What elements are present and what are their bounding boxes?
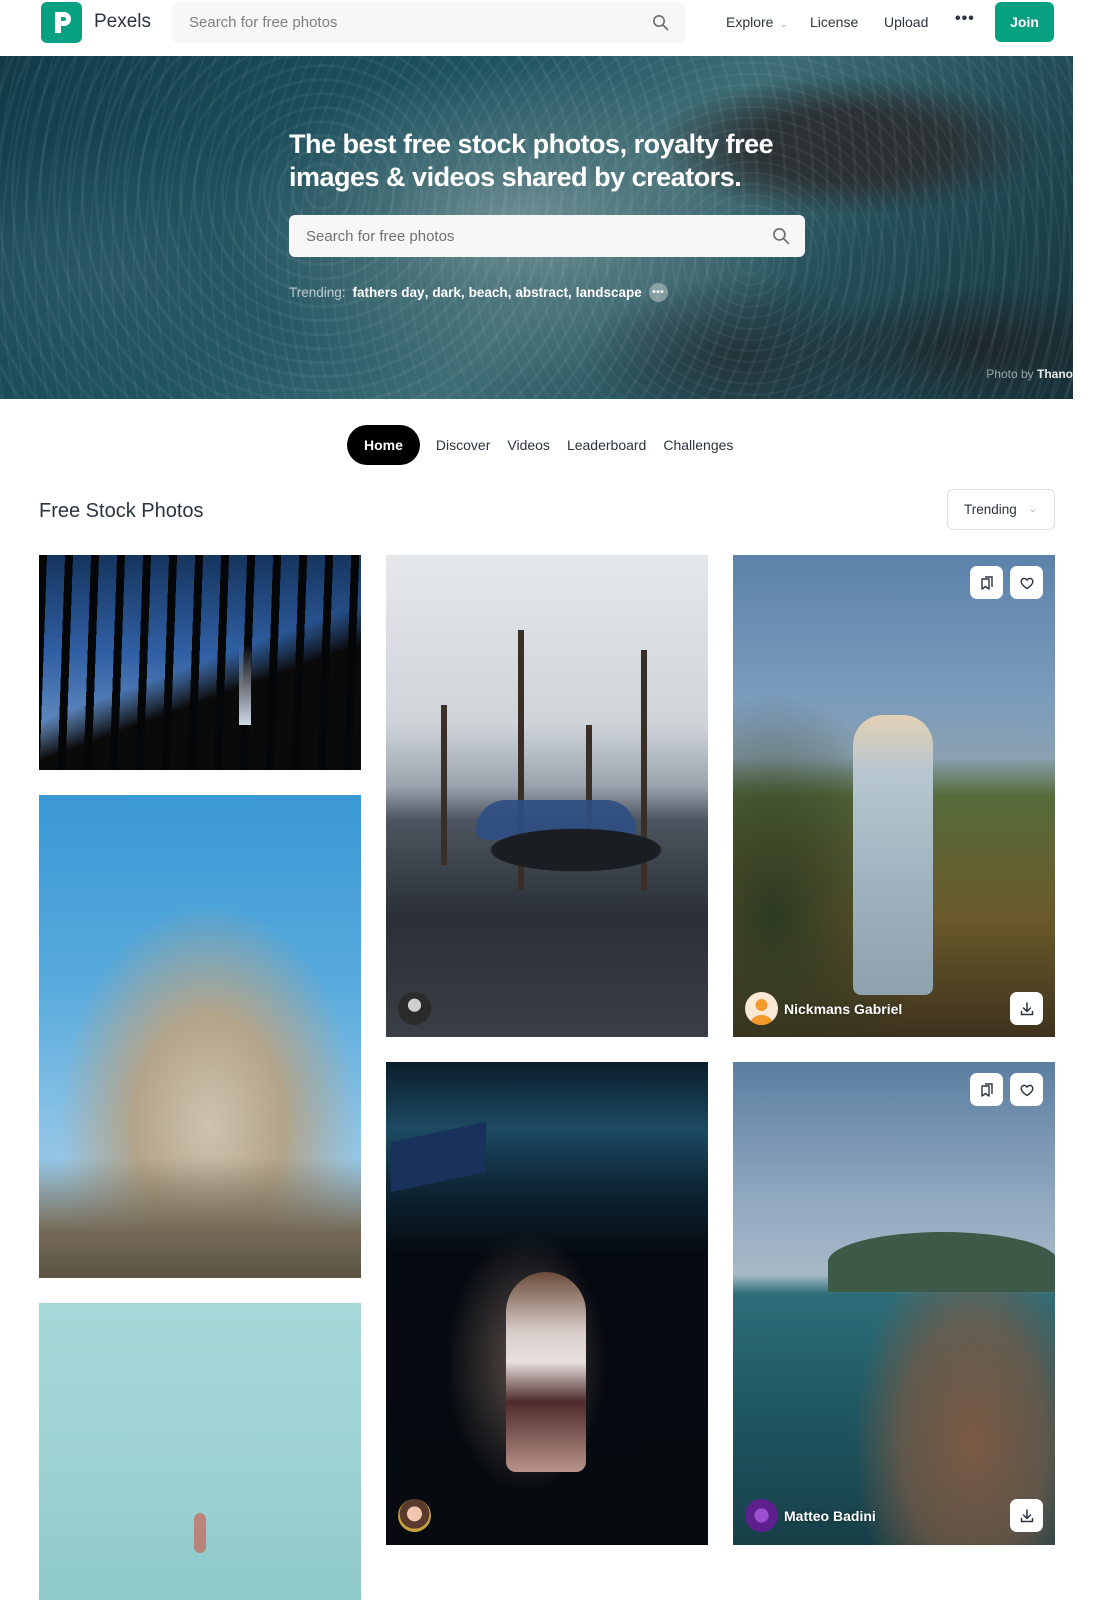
- top-header: Pexels Explore ⌄ License Upload ••• Join: [0, 0, 1095, 56]
- photo-card[interactable]: [39, 555, 361, 770]
- photo-detail: [194, 1513, 206, 1553]
- avatar[interactable]: [745, 992, 778, 1025]
- chevron-down-icon: ⌄: [1028, 504, 1037, 515]
- heart-icon: [1020, 577, 1033, 589]
- join-button[interactable]: Join: [995, 2, 1054, 42]
- brand-name[interactable]: Pexels: [94, 11, 151, 33]
- main-tabs: Home Discover Videos Leaderboard Challen…: [347, 425, 750, 465]
- photo-image: [39, 555, 361, 770]
- tab-home[interactable]: Home: [347, 425, 420, 465]
- nav-upload[interactable]: Upload: [884, 14, 928, 30]
- bookmark-icon: [980, 1082, 993, 1097]
- hero-search-input[interactable]: [289, 215, 805, 257]
- nav-explore[interactable]: Explore ⌄: [726, 14, 788, 30]
- photo-detail: [239, 645, 251, 725]
- search-icon[interactable]: [772, 227, 790, 245]
- photo-detail: [828, 1232, 1055, 1292]
- download-button[interactable]: [1010, 1499, 1043, 1532]
- trending-tag[interactable]: abstract: [515, 285, 568, 300]
- tab-videos[interactable]: Videos: [507, 437, 550, 453]
- header-search[interactable]: [172, 2, 685, 43]
- header-search-input[interactable]: [172, 2, 685, 43]
- photo-author[interactable]: Nickmans Gabriel: [784, 1001, 902, 1017]
- hero-banner: The best free stock photos, royalty free…: [0, 56, 1073, 399]
- trending-tag[interactable]: landscape: [576, 285, 642, 300]
- trending-searches: Trending: fathers day, dark, beach, abst…: [289, 283, 668, 302]
- avatar[interactable]: [398, 992, 431, 1025]
- photo-credit[interactable]: Photo by Thano: [986, 367, 1073, 381]
- trending-tag[interactable]: fathers day: [353, 285, 425, 300]
- pexels-logo[interactable]: [41, 2, 82, 43]
- photo-detail: [441, 705, 447, 865]
- photo-card[interactable]: Matteo Badini: [733, 1062, 1055, 1545]
- tab-leaderboard[interactable]: Leaderboard: [567, 437, 646, 453]
- download-icon: [1020, 1508, 1033, 1522]
- chevron-down-icon: ⌄: [779, 19, 788, 30]
- photo-card[interactable]: [39, 795, 361, 1278]
- section-title: Free Stock Photos: [39, 500, 204, 522]
- trending-label: Trending:: [289, 285, 346, 300]
- more-trending-icon[interactable]: •••: [648, 283, 668, 302]
- download-button[interactable]: [1010, 992, 1043, 1025]
- bookmark-icon: [980, 575, 993, 590]
- photo-detail: [506, 1272, 586, 1472]
- photo-card[interactable]: [386, 555, 708, 1037]
- like-button[interactable]: [1010, 566, 1043, 599]
- photo-credit-name[interactable]: Thano: [1037, 367, 1073, 381]
- collect-button[interactable]: [970, 1073, 1003, 1106]
- hero-title: The best free stock photos, royalty free…: [289, 129, 774, 192]
- avatar[interactable]: [745, 1499, 778, 1532]
- photo-card[interactable]: [386, 1062, 708, 1545]
- avatar[interactable]: [398, 1499, 431, 1532]
- like-button[interactable]: [1010, 1073, 1043, 1106]
- trending-tag[interactable]: beach: [469, 285, 508, 300]
- download-icon: [1020, 1001, 1033, 1015]
- default-user-icon: [750, 999, 773, 1025]
- nav-explore-label: Explore: [726, 14, 774, 30]
- hero-search[interactable]: [289, 215, 805, 257]
- pexels-logo-icon: [55, 12, 71, 33]
- search-icon[interactable]: [652, 14, 669, 31]
- collect-button[interactable]: [970, 566, 1003, 599]
- photo-credit-prefix: Photo by: [986, 367, 1034, 381]
- photo-detail: [39, 1158, 361, 1278]
- more-menu-icon[interactable]: •••: [955, 10, 975, 28]
- tab-challenges[interactable]: Challenges: [663, 437, 733, 453]
- tab-discover[interactable]: Discover: [436, 437, 490, 453]
- photo-detail: [853, 715, 933, 995]
- photo-detail: [391, 1121, 486, 1193]
- sort-selected-value: Trending: [964, 502, 1017, 517]
- heart-icon: [1020, 1084, 1033, 1096]
- photo-card[interactable]: Nickmans Gabriel: [733, 555, 1055, 1037]
- photo-detail: [456, 810, 686, 880]
- photo-card[interactable]: [39, 1303, 361, 1600]
- trending-tag[interactable]: dark: [432, 285, 461, 300]
- sort-dropdown[interactable]: Trending ⌄: [947, 489, 1055, 530]
- nav-license[interactable]: License: [810, 14, 858, 30]
- photo-author[interactable]: Matteo Badini: [784, 1508, 876, 1524]
